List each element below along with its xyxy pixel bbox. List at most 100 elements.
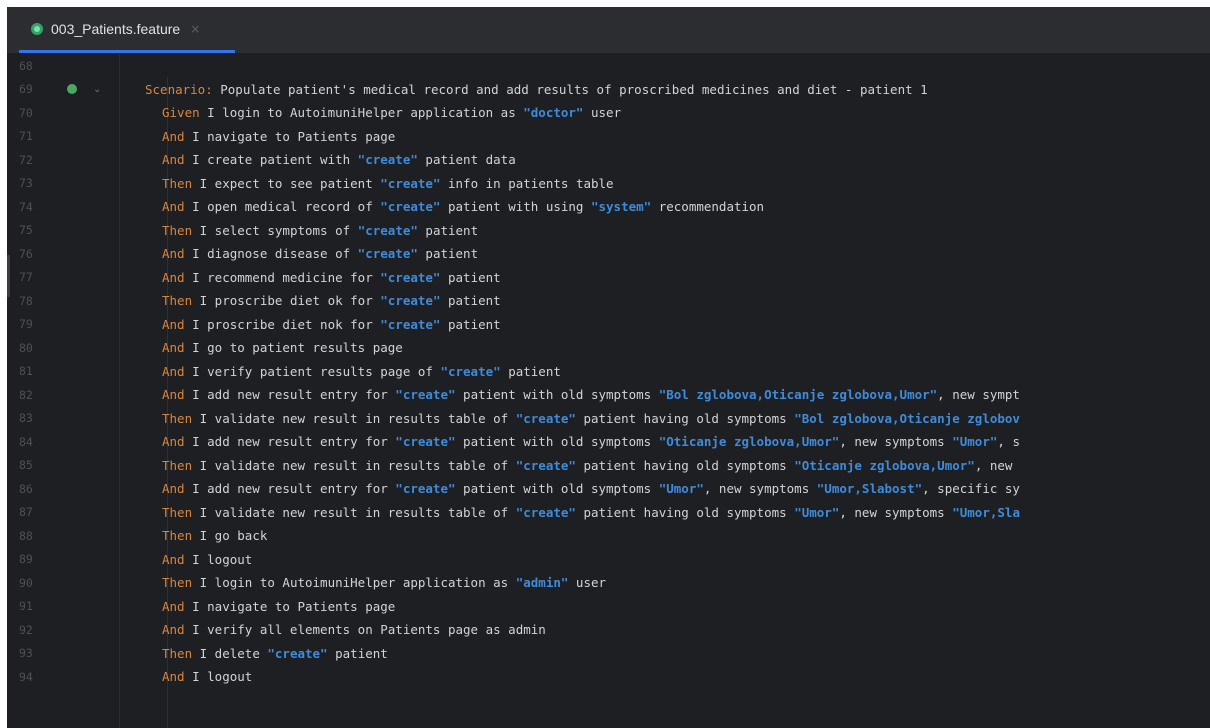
tab-label: 003_Patients.feature (51, 20, 181, 37)
code-line[interactable]: 92 And I verify all elements on Patients … (7, 618, 1210, 641)
code-line[interactable]: 78 Then I proscribe diet ok for "create" … (7, 289, 1210, 312)
code-text: And I logout (162, 669, 252, 684)
string-literal: "create" (380, 175, 441, 191)
gherkin-keyword: And (162, 128, 185, 144)
step-text: patient (440, 316, 501, 332)
step-text: I proscribe diet ok for (192, 293, 381, 308)
code-text: And I add new result entry for "create" … (162, 387, 1020, 402)
code-line[interactable]: 91 And I navigate to Patients page (7, 595, 1210, 618)
gherkin-keyword: And (162, 363, 185, 379)
code-line[interactable]: 69 ⌄ Scenario: Populate patient's medical … (7, 78, 1210, 101)
code-line[interactable]: 81 And I verify patient results page of "… (7, 360, 1210, 383)
line-number: 79 (19, 317, 33, 331)
code-line[interactable]: 80 And I go to patient results page (7, 336, 1210, 359)
step-text: patient (440, 269, 501, 285)
code-text: And I navigate to Patients page (162, 129, 395, 144)
code-line[interactable]: 82 And I add new result entry for "create… (7, 383, 1210, 406)
step-text: I go back (192, 528, 268, 543)
code-text: Then I expect to see patient "create" in… (162, 176, 614, 191)
step-text: recommendation (651, 199, 765, 214)
line-number: 74 (19, 199, 33, 214)
string-literal: "Oticanje zglobova,Umor" (794, 457, 975, 473)
step-text: I add new result entry for (184, 387, 396, 402)
gherkin-keyword: Given (162, 105, 200, 120)
code-line[interactable]: 83 Then I validate new result in results … (7, 407, 1210, 430)
step-text: patient data (417, 152, 516, 167)
gherkin-keyword: And (162, 598, 185, 614)
gherkin-keyword: And (162, 199, 185, 214)
step-text: , new sympt (937, 387, 1020, 402)
string-literal: "create" (515, 410, 576, 426)
gherkin-keyword: And (162, 481, 185, 496)
code-line[interactable]: 93 Then I delete "create" patient (7, 642, 1210, 665)
close-icon[interactable]: × (190, 22, 200, 36)
tab-003-patients-feature[interactable]: 003_Patients.feature × (19, 7, 235, 53)
step-text: I delete (192, 645, 268, 661)
step-text: I go to patient results page (184, 340, 403, 355)
step-text: patient having old symptoms (575, 457, 795, 473)
code-line[interactable]: 89 And I logout (7, 548, 1210, 571)
code-text: Then I validate new result in results ta… (162, 505, 1020, 520)
code-text: And I create patient with "create" patie… (162, 152, 516, 167)
ide-window: 003_Patients.feature × 68 69 ⌄ Scenario: Po… (7, 7, 1210, 728)
run-scenario-icon[interactable] (67, 84, 77, 94)
string-literal: "system" (590, 199, 652, 214)
step-text: I add new result entry for (184, 434, 396, 449)
code-text: And I add new result entry for "create" … (162, 434, 1020, 449)
code-line[interactable]: 94 And I logout (7, 665, 1210, 688)
string-literal: "create" (380, 293, 441, 308)
string-literal: "create" (395, 387, 456, 402)
code-line[interactable]: 90 Then I login to AutoimuniHelper applic… (7, 571, 1210, 594)
code-line[interactable]: 77 And I recommend medicine for "create" … (7, 266, 1210, 289)
code-text: And I verify all elements on Patients pa… (162, 622, 546, 637)
gherkin-keyword: Then (162, 222, 193, 238)
gherkin-keyword: Then (162, 457, 193, 473)
step-text: , specific sy (922, 481, 1020, 496)
code-line[interactable]: 85 Then I validate new result in results … (7, 454, 1210, 477)
gherkin-keyword: And (162, 622, 185, 637)
step-text: , s (997, 434, 1020, 449)
code-line[interactable]: 76 And I diagnose disease of "create" pat… (7, 242, 1210, 265)
step-text: , new symptoms (839, 504, 953, 520)
line-number: 80 (19, 340, 33, 355)
step-text: patient with old symptoms (455, 434, 659, 449)
code-line[interactable]: 68 (7, 54, 1210, 77)
step-text: I diagnose disease of (184, 246, 358, 261)
code-line[interactable]: 70 Given I login to AutoimuniHelper appli… (7, 101, 1210, 124)
code-text: And I navigate to Patients page (162, 599, 395, 614)
step-text: I logout (184, 551, 253, 567)
line-number: 91 (19, 599, 33, 613)
step-text: I select symptoms of (192, 222, 358, 238)
code-line[interactable]: 72 And I create patient with "create" pat… (7, 148, 1210, 171)
code-text: Given I login to AutoimuniHelper applica… (162, 105, 621, 120)
string-literal: "Bol zglobova,Oticanje zglobov (794, 410, 1020, 426)
code-text: And I open medical record of "create" pa… (162, 199, 764, 214)
code-line[interactable]: 75 Then I select symptoms of "create" pat… (7, 219, 1210, 242)
string-literal: "Umor" (794, 504, 840, 520)
step-text: info in patients table (440, 175, 614, 191)
code-text: Then I validate new result in results ta… (162, 411, 1020, 426)
string-literal: "create" (515, 504, 576, 520)
step-text: patient (417, 222, 479, 238)
code-line[interactable]: 79 And I proscribe diet nok for "create" … (7, 313, 1210, 336)
code-line[interactable]: 87 Then I validate new result in results … (7, 501, 1210, 524)
step-text: I verify all elements on Patients page a… (184, 622, 546, 637)
code-line[interactable]: 88 Then I go back (7, 524, 1210, 547)
gherkin-keyword: Then (162, 175, 193, 191)
chevron-down-icon[interactable]: ⌄ (93, 84, 101, 95)
code-line[interactable]: 74 And I open medical record of "create" … (7, 195, 1210, 218)
code-line[interactable]: 71 And I navigate to Patients page (7, 125, 1210, 148)
line-number: 92 (19, 622, 33, 637)
gherkin-keyword: And (162, 551, 185, 567)
code-line[interactable]: 73 Then I expect to see patient "create" … (7, 172, 1210, 195)
step-text: I login to AutoimuniHelper application a… (192, 575, 516, 590)
line-number: 69 (19, 82, 33, 96)
line-number: 93 (19, 646, 33, 660)
code-text: And I verify patient results page of "cr… (162, 364, 561, 379)
line-number: 88 (19, 528, 33, 543)
editor-tab-bar: 003_Patients.feature × (7, 7, 1210, 54)
code-line[interactable]: 84 And I add new result entry for "create… (7, 430, 1210, 453)
line-number: 84 (19, 434, 33, 449)
code-line[interactable]: 86 And I add new result entry for "create… (7, 477, 1210, 500)
string-literal: "create" (380, 199, 441, 214)
